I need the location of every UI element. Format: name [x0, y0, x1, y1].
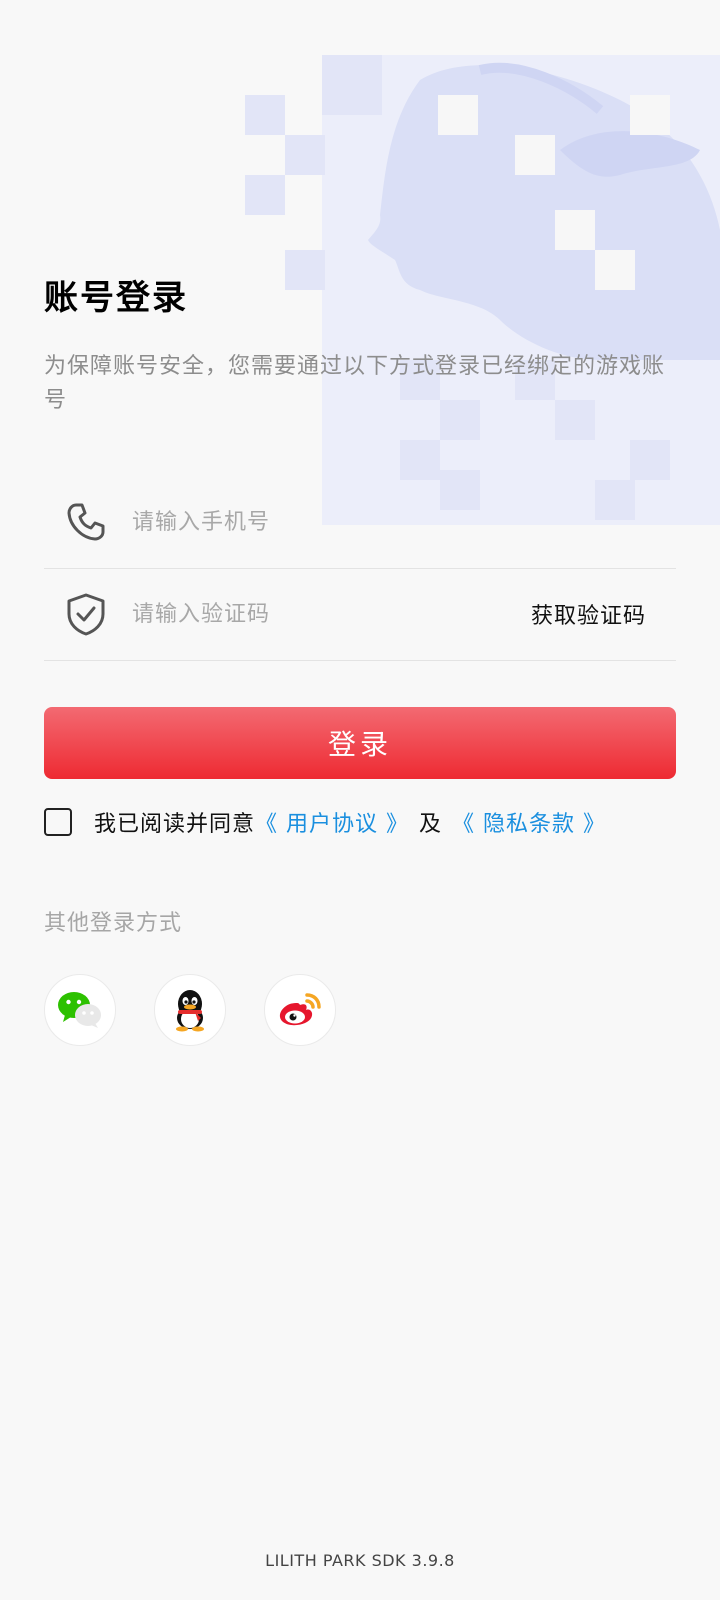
qq-icon [176, 990, 204, 1032]
privacy-policy-link[interactable]: 《 隐私条款 》 [452, 806, 606, 838]
social-login-row [44, 974, 336, 1046]
code-input[interactable] [130, 600, 531, 628]
phone-icon [64, 500, 108, 544]
qq-login-button[interactable] [154, 974, 226, 1046]
wechat-login-button[interactable] [44, 974, 116, 1046]
page-title: 账号登录 [44, 278, 188, 318]
weibo-login-button[interactable] [264, 974, 336, 1046]
agreement-prefix: 我已阅读并同意 [94, 812, 256, 837]
page-subtitle: 为保障账号安全，您需要通过以下方式登录已经绑定的游戏账号 [44, 354, 666, 413]
other-login-label: 其他登录方式 [44, 911, 183, 936]
user-agreement-link[interactable]: 《 用户协议 》 [255, 806, 409, 838]
wechat-icon [58, 992, 101, 1028]
login-button[interactable]: 登录 [44, 707, 676, 779]
get-code-button[interactable]: 获取验证码 [531, 598, 646, 630]
code-field: 获取验证码 [44, 568, 676, 661]
shield-check-icon [64, 592, 108, 636]
phone-input[interactable] [130, 508, 676, 536]
agreement-row: 我已阅读并同意 《 用户协议 》 及 《 隐私条款 》 [44, 806, 606, 838]
phone-field [44, 476, 676, 569]
weibo-icon [279, 993, 321, 1026]
sdk-version-footer: LILITH PARK SDK 3.9.8 [265, 1551, 455, 1570]
agreement-and: 及 [419, 812, 443, 837]
agreement-checkbox[interactable] [44, 808, 72, 836]
